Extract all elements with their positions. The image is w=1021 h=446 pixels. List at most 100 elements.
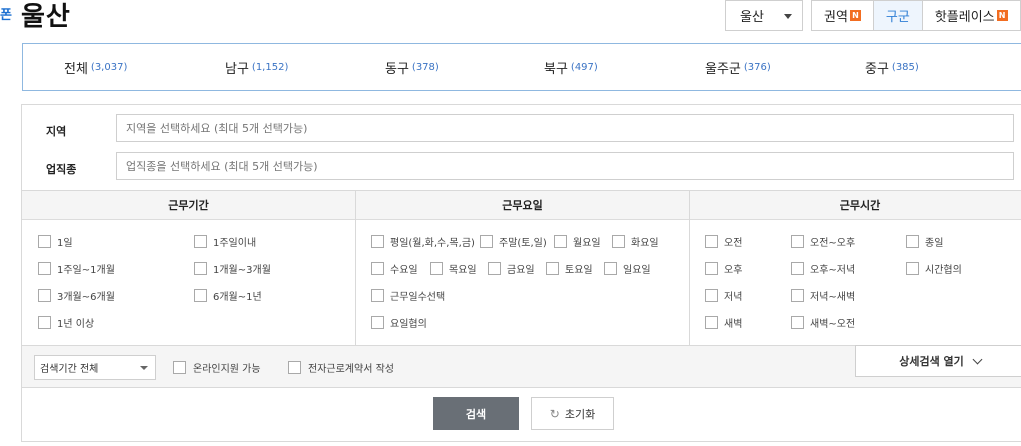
tab-label: 핫플레이스: [934, 10, 995, 25]
new-badge: N: [996, 10, 1008, 21]
checkbox-box: [38, 235, 51, 248]
checkbox-box: [288, 361, 301, 374]
checkbox-box: [791, 289, 804, 302]
district-bukgu[interactable]: 북구 (497): [544, 44, 598, 90]
reset-button[interactable]: ↻ 초기화: [531, 397, 614, 430]
period-checkbox[interactable]: 1년 이상: [38, 315, 94, 330]
district-donggu[interactable]: 동구 (378): [385, 44, 439, 90]
region-input[interactable]: [116, 114, 1014, 142]
checkbox-box: [791, 262, 804, 275]
checkbox-box: [480, 235, 493, 248]
checkbox-label: 화요일: [631, 238, 659, 249]
period-checkbox[interactable]: 1주일이내: [194, 234, 256, 249]
checkbox-label: 오후: [724, 265, 743, 276]
checkbox-label: 전자근로계약서 작성: [308, 364, 394, 375]
district-bar: 전체 (3,037) 남구 (1,152) 동구 (378) 북구 (497) 울주군(…: [22, 43, 1021, 91]
district-count: (497): [570, 61, 598, 73]
checkbox-box: [906, 262, 919, 275]
column-divider: [355, 191, 356, 346]
checkbox-label: 6개월~1년: [213, 292, 262, 303]
search-filter-panel: 지역 업직종 근무기간 근무요일 근무시간 1일 1주일이내 1주일~1개월 1…: [21, 104, 1021, 442]
district-all[interactable]: 전체 (3,037): [64, 44, 127, 90]
district-uljugun[interactable]: 울주군 (376): [705, 44, 771, 90]
day-checkbox[interactable]: 토요일: [546, 261, 593, 276]
period-checkbox[interactable]: 1개월~3개월: [194, 261, 271, 276]
day-checkbox[interactable]: 목요일: [430, 261, 477, 276]
caret-down-icon: [140, 366, 148, 370]
search-button[interactable]: 검색: [433, 397, 519, 430]
hour-checkbox[interactable]: 저녁: [705, 288, 742, 303]
checkbox-box: [194, 289, 207, 302]
checkbox-label: 새벽: [724, 319, 743, 330]
period-checkbox[interactable]: 1주일~1개월: [38, 261, 115, 276]
select-value: 검색기간 전체: [40, 364, 99, 375]
hour-checkbox[interactable]: 오전~오후: [791, 234, 855, 249]
page-title: 울산: [21, 2, 71, 32]
hour-checkbox[interactable]: 오전: [705, 234, 742, 249]
tab-district[interactable]: 구군: [873, 1, 923, 30]
work-hours-heading: 근무시간: [690, 191, 1021, 220]
day-checkbox[interactable]: 수요일: [371, 261, 418, 276]
hour-checkbox[interactable]: 새벽: [705, 315, 742, 330]
hour-checkbox[interactable]: 저녁~새벽: [791, 288, 855, 303]
refresh-icon: ↻: [549, 406, 560, 421]
work-period-heading: 근무기간: [22, 191, 355, 220]
hour-checkbox[interactable]: 오후~저녁: [791, 261, 855, 276]
checkbox-label: 금요일: [507, 265, 535, 276]
online-apply-checkbox[interactable]: 온라인지원 가능: [173, 360, 261, 375]
work-days-heading: 근무요일: [356, 191, 689, 220]
hour-checkbox[interactable]: 오후: [705, 261, 742, 276]
checkbox-box: [371, 262, 384, 275]
district-count: (1,152): [251, 61, 289, 73]
day-checkbox[interactable]: 일요일: [604, 261, 651, 276]
district-junggu[interactable]: 중구 (385): [865, 44, 919, 90]
checkbox-box: [488, 262, 501, 275]
chevron-down-icon: [972, 354, 983, 364]
checkbox-label: 오전: [724, 238, 743, 249]
period-checkbox[interactable]: 3개월~6개월: [38, 288, 115, 303]
detail-search-toggle[interactable]: 상세검색 열기: [855, 345, 1021, 377]
period-checkbox[interactable]: 1일: [38, 234, 73, 249]
checkbox-label: 1일: [57, 238, 73, 249]
new-badge: N: [849, 10, 861, 21]
checkbox-label: 온라인지원 가능: [193, 364, 261, 375]
day-checkbox[interactable]: 주말(토,일): [480, 234, 547, 249]
day-checkbox[interactable]: 근무일수선택: [371, 288, 445, 303]
job-category-input[interactable]: [116, 152, 1014, 180]
tab-label: 구군: [885, 10, 910, 25]
checkbox-label: 종일: [925, 238, 944, 249]
tab-region-area[interactable]: 권역 N: [812, 1, 874, 30]
district-name: 동구: [385, 61, 409, 77]
checkbox-box: [612, 235, 625, 248]
day-checkbox[interactable]: 화요일: [612, 234, 659, 249]
period-checkbox[interactable]: 6개월~1년: [194, 288, 262, 303]
city-select[interactable]: 울산: [725, 0, 803, 31]
checkbox-label: 새벽~오전: [810, 319, 856, 330]
district-name: 중구: [865, 61, 889, 77]
checkbox-box: [194, 235, 207, 248]
checkbox-label: 주말(토,일): [499, 238, 547, 249]
hour-checkbox[interactable]: 시간협의: [906, 261, 962, 276]
checkbox-box: [705, 316, 718, 329]
checkbox-box: [705, 289, 718, 302]
nav-fragment[interactable]: 폰: [0, 4, 12, 23]
district-namgu[interactable]: 남구 (1,152): [225, 44, 288, 90]
search-period-select[interactable]: 검색기간 전체: [34, 355, 156, 380]
column-divider: [689, 191, 690, 346]
e-contract-checkbox[interactable]: 전자근로계약서 작성: [288, 360, 394, 375]
day-checkbox[interactable]: 월요일: [554, 234, 601, 249]
view-tabs: 권역 N 구군 핫플레이스 N: [811, 0, 1021, 31]
checkbox-box: [554, 235, 567, 248]
hour-checkbox[interactable]: 종일: [906, 234, 943, 249]
district-count: (3,037): [90, 61, 128, 73]
day-checkbox[interactable]: 금요일: [488, 261, 535, 276]
checkbox-label: 저녁: [724, 292, 743, 303]
district-count: (376): [743, 61, 771, 73]
hour-checkbox[interactable]: 새벽~오전: [791, 315, 855, 330]
checkbox-box: [194, 262, 207, 275]
tab-hotplace[interactable]: 핫플레이스 N: [922, 1, 1021, 30]
checkbox-box: [791, 316, 804, 329]
checkbox-box: [791, 235, 804, 248]
day-checkbox[interactable]: 요일협의: [371, 315, 427, 330]
day-checkbox[interactable]: 평일(월,화,수,목,금): [371, 234, 475, 249]
